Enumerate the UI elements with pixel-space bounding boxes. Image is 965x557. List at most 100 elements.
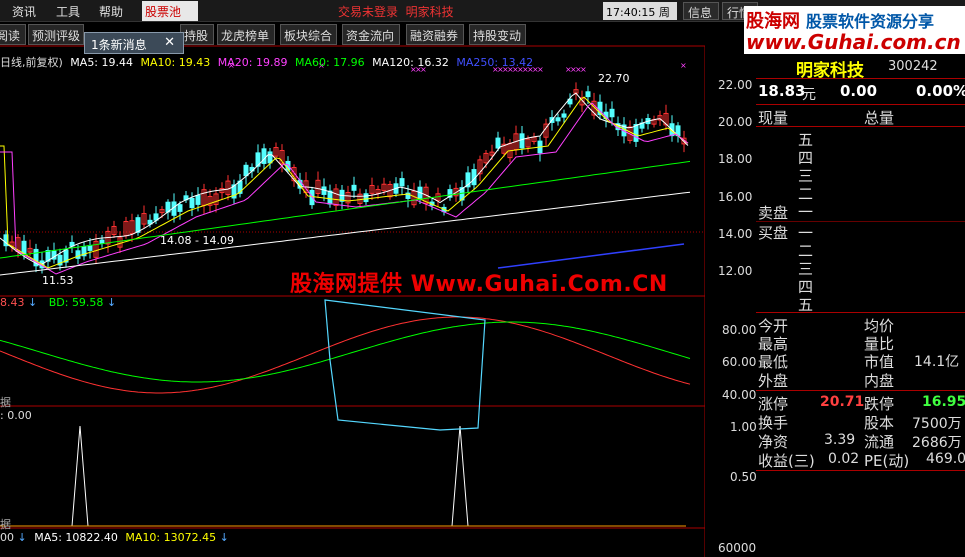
menu-tools[interactable]: 工具 (56, 3, 80, 20)
float-value: 2686万 (912, 435, 962, 451)
shares-label: 股本 (864, 414, 895, 432)
turnover-label: 换手 (758, 414, 789, 432)
ma250-line (497, 243, 685, 269)
menu-news[interactable]: 资讯 (12, 3, 36, 20)
candle-body (519, 133, 525, 149)
tab-read[interactable]: 阅读 (0, 24, 26, 45)
info-button[interactable]: 信息 (683, 2, 719, 20)
volume-ma10: MA10: 13072.45 (125, 531, 217, 544)
limit-up-label: 涨停 (758, 395, 789, 413)
candle-body (633, 124, 639, 142)
order-level: 一 (798, 203, 814, 221)
arrow-down-icon: ↓ (28, 296, 38, 309)
ma60-line (0, 160, 691, 259)
tab-holding-change[interactable]: 持股变动 (469, 24, 526, 45)
total-volume-label: 总量 (864, 109, 895, 127)
close-icon[interactable]: ✕ (164, 35, 175, 50)
logo-slogan: 股票软件资源分享 (806, 12, 935, 31)
last-price: 18.83 (758, 82, 806, 100)
price-change: 0.00 (840, 82, 878, 100)
eps-value: 0.02 (828, 451, 860, 467)
limit-up-value: 20.71 (820, 394, 865, 410)
current-volume-label: 现量 (758, 109, 789, 127)
signal-value: : 0.00 (0, 409, 32, 422)
watermark: 股海网提供 Www.Guhai.Com.CN (290, 272, 668, 297)
tab-margin[interactable]: 融资融券 (406, 24, 464, 45)
candlesticks[interactable] (3, 82, 687, 274)
divider (756, 470, 965, 471)
selection-outline (324, 299, 486, 431)
volume-tick: 60000 (718, 541, 757, 555)
signal-tick: 1.00 (730, 420, 757, 434)
tab-fund-flow[interactable]: 资金流向 (342, 24, 400, 45)
indicator-label-b: BD: 59.58 (48, 296, 104, 309)
mkt-cap-value: 14.1亿 (914, 354, 960, 370)
mkt-cap-label: 市值 (864, 353, 895, 371)
limit-down-value: 16.95 (922, 394, 965, 410)
pe-value: 469.0 (926, 451, 965, 467)
divider (756, 78, 965, 79)
net-assets-value: 3.39 (824, 432, 856, 448)
x-marker: × (680, 61, 687, 70)
candle-body (243, 164, 249, 177)
candle-body (609, 108, 615, 118)
mid-annotation: 14.08 - 14.09 (160, 234, 234, 247)
tab-holdings[interactable]: 持股 (180, 24, 214, 45)
stock-code: 300242 (888, 59, 938, 74)
ma250-label: MA250: 13.42 (456, 56, 534, 69)
candle-body (195, 195, 201, 205)
x-marker: × (537, 65, 544, 74)
candle-body (561, 113, 567, 118)
volume-left-label: 据 (0, 518, 11, 531)
limit-down-label: 跌停 (864, 395, 895, 413)
candle-body (21, 240, 27, 255)
menu-help[interactable]: 帮助 (99, 3, 123, 20)
price-tick: 16.00 (718, 190, 753, 204)
price-tick: 18.00 (718, 152, 753, 166)
price-tick: 20.00 (718, 115, 753, 129)
indicator-tick: 40.00 (722, 388, 757, 402)
high-annotation: 22.70 (598, 72, 630, 85)
signal-tick: 0.50 (730, 470, 757, 484)
price-tick: 14.00 (718, 227, 753, 241)
notification-popup[interactable]: 1条新消息 ✕ (84, 32, 184, 54)
ma-legend: 日线,前复权) MA5: 19.44 MA10: 19.43 MA20: 19.… (0, 54, 537, 69)
arrow-down-icon: ↓ (106, 296, 117, 309)
indicator-legend: 8.43 ↓ BD: 59.58 ↓ (0, 296, 116, 309)
arrow-down-icon: ↓ (219, 531, 229, 544)
volume-legend: 00 ↓ MA5: 10822.40 MA10: 13072.45 ↓ (0, 531, 229, 544)
shares-value: 7500万 (912, 416, 962, 432)
candle-body (135, 217, 141, 233)
price-tick: 22.00 (718, 78, 753, 92)
candle-body (585, 91, 591, 98)
candle-body (99, 239, 105, 244)
indicator-tick: 80.00 (722, 323, 757, 337)
float-label: 流通 (864, 433, 895, 451)
indicator-label-a: 8.43 (0, 296, 25, 309)
tab-sector[interactable]: 板块综合 (280, 24, 337, 45)
divider (756, 126, 965, 127)
notification-text: 1条新消息 (91, 38, 147, 52)
login-status: 交易未登录 明家科技 (338, 5, 454, 19)
low-annotation: 11.53 (42, 274, 74, 287)
candle-body (177, 204, 183, 212)
candle-body (495, 137, 501, 149)
moving-average-lines (0, 92, 691, 276)
clock: 17:40:15 周三 (603, 2, 677, 35)
tab-dragon-tiger[interactable]: 龙虎榜单 (217, 24, 275, 45)
ma20-label: MA20: 19.89 (217, 56, 288, 69)
arrow-down-icon: ↓ (17, 531, 27, 544)
candle-body (399, 178, 405, 187)
price-unit: 元 (802, 87, 816, 103)
ma10-label: MA10: 19.43 (140, 56, 211, 69)
eps-label: 收益(三) (758, 452, 815, 470)
divider (756, 312, 965, 313)
candle-body (327, 190, 333, 205)
divider (756, 390, 965, 391)
quote-panel: 明家科技 300242 18.83 元 0.00 0.00% 现量 总量 五四三… (756, 54, 965, 557)
ma120-label: MA120: 16.32 (372, 56, 449, 69)
x-marker: × (580, 65, 587, 74)
stock-pool-tab[interactable]: 股票池 (142, 1, 198, 21)
tab-forecast-rating[interactable]: 预测评级 (28, 24, 84, 45)
chart-title: 日线,前复权) (0, 56, 63, 69)
